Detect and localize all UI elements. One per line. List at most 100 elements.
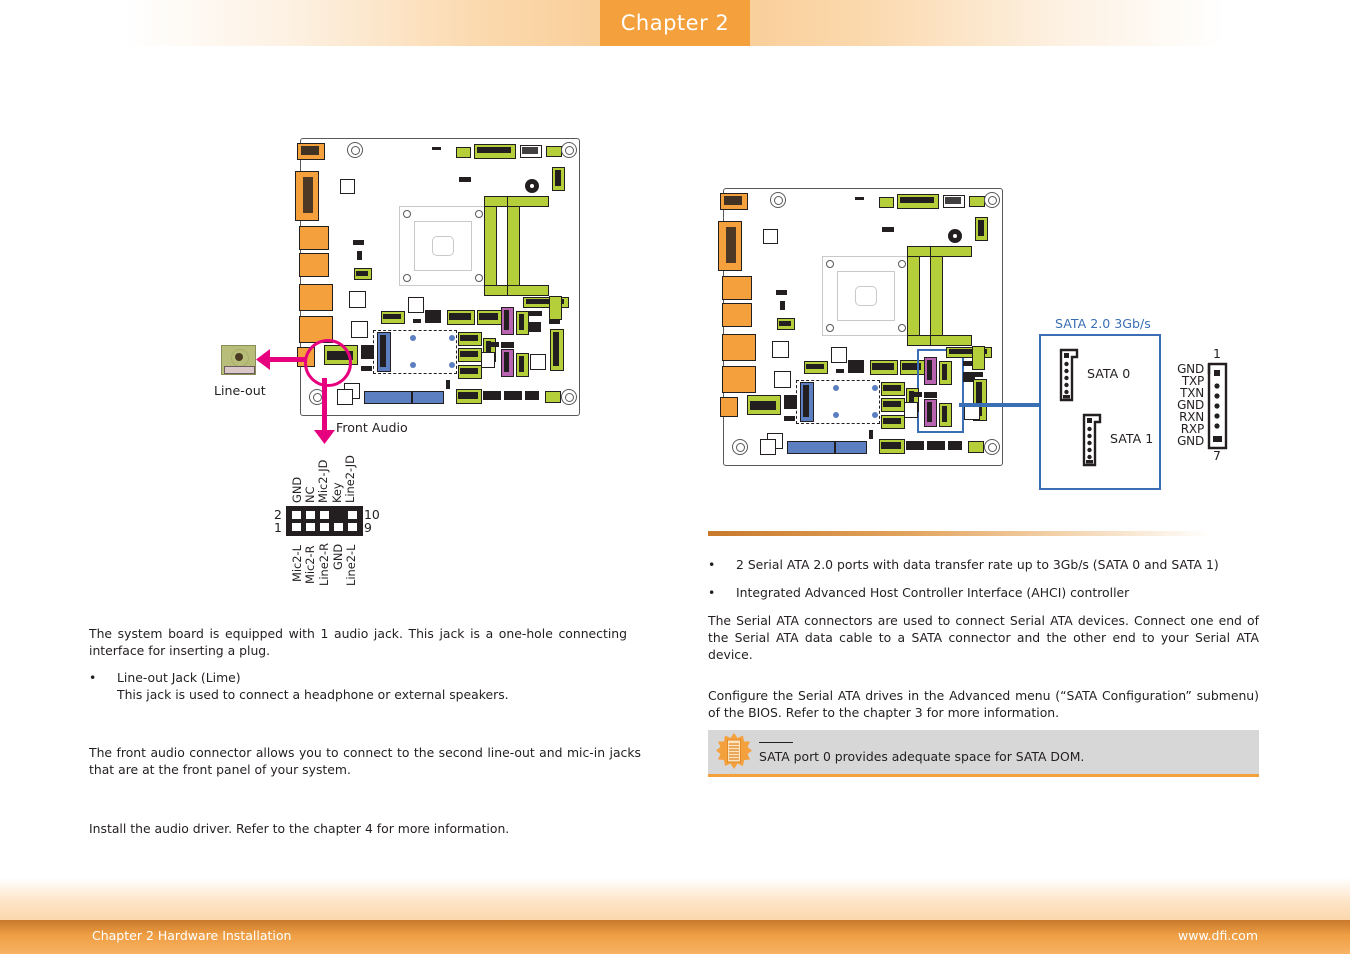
- lan-port-upper-r: [722, 334, 756, 361]
- cpu-hole-br-r: [898, 324, 906, 332]
- bottom-pins-b-r: [927, 441, 945, 450]
- dimm-slot-2-r: [930, 246, 943, 346]
- sata-1-pins-r: [927, 402, 932, 422]
- header-mid-a-pins-r: [806, 364, 824, 369]
- battery-socket-r: [869, 430, 873, 439]
- bullet-dot-icon: •: [89, 670, 97, 685]
- sata-1-pins: [504, 352, 509, 372]
- bottom-pins-a-r: [906, 441, 924, 450]
- pad-bottom: [337, 389, 353, 405]
- pad-left-2: [349, 291, 366, 308]
- front-audio-callout-ring: [304, 339, 352, 387]
- smd-right-a: [529, 311, 542, 316]
- smd-right-b-r: [972, 372, 983, 377]
- callout-arrow-shaft-to-pins: [322, 378, 327, 432]
- fa-top-label-5: Line2-JD: [343, 455, 357, 503]
- mounting-hole-top-right-inner-r: [987, 195, 997, 205]
- sata-0-connector-icon: [1059, 348, 1079, 402]
- footer-website-link[interactable]: www.dfi.com: [1178, 928, 1258, 943]
- pcie-x16-slot-r: [787, 441, 835, 454]
- cpu-hole-tr: [475, 210, 483, 218]
- fa-pin-5: [320, 523, 329, 531]
- sata-pinout-connector-icon: [1207, 362, 1228, 450]
- pcie-standoff-bl: [410, 362, 416, 368]
- fa-pin-9: [348, 523, 357, 531]
- sata-bullet-2-text: Integrated Advanced Host Controller Inte…: [736, 585, 1130, 600]
- sata-pin-number-first: 1: [1213, 346, 1221, 361]
- pin-grid-right: [529, 322, 541, 332]
- header-mid-b-pins: [449, 313, 471, 320]
- header-top-small: [456, 147, 471, 158]
- page-header: Chapter 2: [0, 0, 1350, 46]
- header-far-right-top-r: [972, 346, 985, 370]
- cpu-hole-tl-r: [826, 260, 834, 268]
- fa-top-label-4: Key: [330, 482, 344, 503]
- fa-bottom-label-2: Mic2-R: [303, 545, 317, 584]
- motherboard-diagram-right: [718, 188, 1003, 466]
- sata-callout-panel: SATA 0 SATA 1: [1039, 334, 1161, 490]
- fa-number-bottom-left: 1: [274, 520, 282, 535]
- lan-port-upper: [299, 284, 333, 311]
- smd-mid: [413, 319, 421, 323]
- fa-pin-1: [292, 523, 301, 531]
- header-lower-a-pins: [460, 335, 478, 341]
- front-audio-paragraph: The front audio connector allows you to …: [89, 745, 641, 777]
- battery-socket: [446, 380, 450, 389]
- bullet-dot-icon-sata-2: •: [708, 585, 716, 600]
- header-lower-c-pins-r: [883, 418, 901, 424]
- pcie-standoff-br-r: [872, 412, 878, 418]
- sata-connectors-paragraph: The Serial ATA connectors are used to co…: [708, 613, 1259, 662]
- pcie-x16-slot-2-r: [835, 441, 867, 454]
- sata-0-label: SATA 0: [1087, 366, 1131, 381]
- sata-bullet-1: • 2 Serial ATA 2.0 ports with data trans…: [708, 556, 1260, 573]
- header-lower-a-pins-r: [883, 385, 901, 391]
- sata-pin-label-7: GND: [1177, 434, 1204, 448]
- bottom-pins-c: [525, 391, 539, 400]
- header-top-right: [546, 146, 562, 157]
- jack-base: [224, 366, 255, 374]
- pcie-standoff-br: [449, 362, 455, 368]
- mounting-hole-top-left-inner-r: [773, 195, 783, 205]
- usb-port-upper-r: [722, 276, 752, 300]
- pad-lower-right: [530, 354, 546, 370]
- header-top-right-r: [969, 196, 985, 207]
- section-divider-rule: [708, 531, 1211, 536]
- header-far-right-top: [549, 296, 562, 320]
- line-out-bullet-title: Line-out Jack (Lime): [117, 670, 241, 685]
- footer-chapter-label: Chapter 2 Hardware Installation: [92, 928, 292, 943]
- header-far-right-mid-pins: [553, 332, 559, 366]
- vga-port-pins-r: [726, 227, 736, 263]
- header-gradient-left: [125, 0, 600, 46]
- power-connector-pins-r: [724, 196, 742, 205]
- pad-left-3: [351, 321, 368, 338]
- fa-bottom-label-1: Mic2-L: [290, 545, 304, 582]
- cpu-hole-bl: [403, 274, 411, 282]
- fa-pin-10: [348, 511, 357, 519]
- pad-left-3-r: [774, 371, 791, 388]
- pad-bottom-r: [760, 439, 776, 455]
- mounting-hole-bottom-right-inner-r: [987, 442, 997, 452]
- pad-left-1: [340, 179, 355, 194]
- fa-number-bottom-right: 9: [364, 520, 372, 535]
- jumper-block-upper-r: [882, 227, 894, 232]
- dimm-slot-1: [484, 196, 497, 296]
- pad-left-1-r: [763, 229, 778, 244]
- front-audio-header-body: [286, 506, 363, 536]
- smd-mid-r: [836, 369, 844, 373]
- pcie-x16-slot: [364, 391, 412, 404]
- callout-arrowhead-down-icon: [314, 430, 335, 444]
- note-text: SATA port 0 provides adequate space for …: [759, 749, 1085, 764]
- sata-leader-line-horizontal: [959, 403, 1039, 407]
- fa-bottom-label-5: Line2-L: [344, 544, 358, 586]
- header-top-small-r: [879, 197, 894, 208]
- audio-intro-paragraph: The system board is equipped with 1 audi…: [89, 626, 627, 658]
- header-mid-a-pins: [383, 314, 401, 319]
- cpu-hole-tr-r: [898, 260, 906, 268]
- usb-vertical-port-r: [904, 402, 918, 418]
- fa-bottom-label-3: Line2-R: [317, 542, 331, 586]
- dip-switch-segments: [522, 147, 538, 154]
- header-right-a-pins: [519, 314, 524, 330]
- bottom-pins-a: [483, 391, 501, 400]
- bottom-pins-c-r: [948, 441, 962, 450]
- usb-port-upper: [299, 226, 329, 250]
